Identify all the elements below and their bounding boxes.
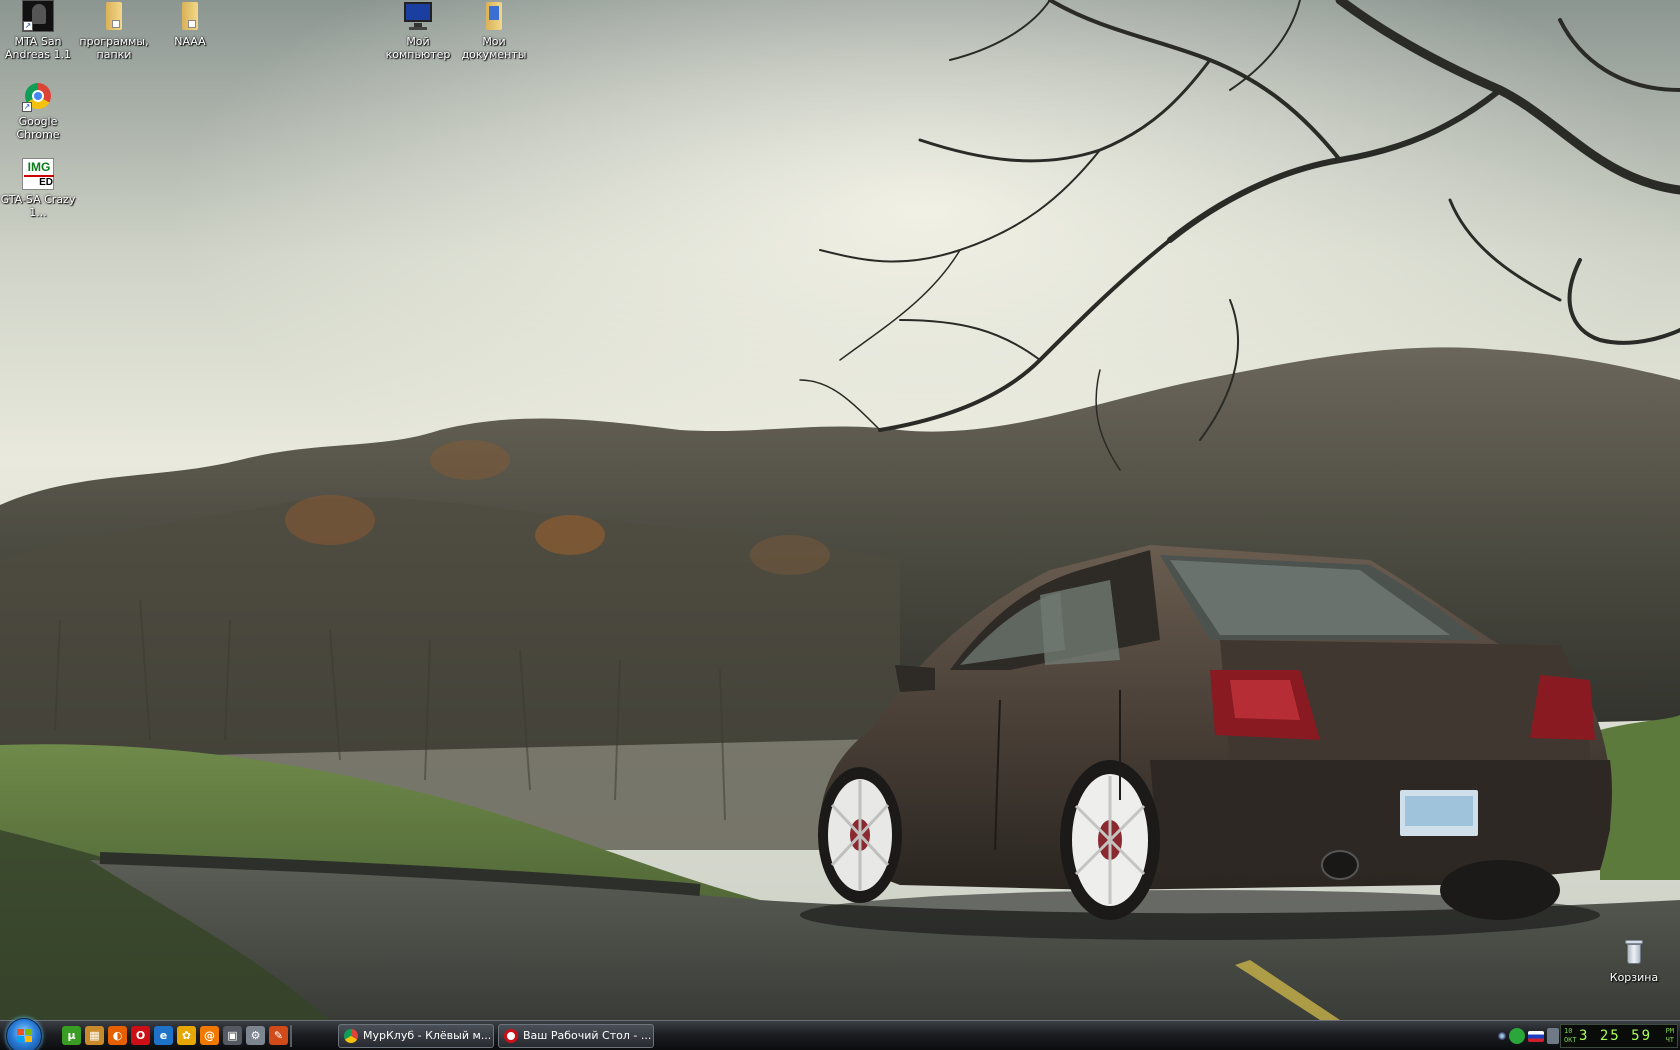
settings-icon[interactable]: ⚙ <box>246 1026 265 1045</box>
notepad-icon[interactable]: ✎ <box>269 1026 288 1045</box>
taskbar-separator <box>290 1025 292 1047</box>
desktop-icon-recycle-bin[interactable]: Корзина <box>1596 936 1672 984</box>
task-button-label: МурКлуб - Клёвый м... <box>363 1029 492 1042</box>
show-desktop-icon[interactable]: ▦ <box>85 1026 104 1045</box>
opera-icon <box>504 1029 518 1043</box>
utorrent-icon[interactable]: µ <box>62 1026 81 1045</box>
mta-icon: ↗ <box>22 0 54 32</box>
mail-agent-icon[interactable]: @ <box>200 1026 219 1045</box>
desktop-icon-google-chrome[interactable]: ↗ Google Chrome <box>0 80 76 141</box>
chrome-icon: ↗ <box>22 80 54 112</box>
desktop-icon-naaa-folder[interactable]: NAAA <box>152 0 228 48</box>
my-computer-icon <box>402 0 434 32</box>
desktop-icon-my-documents[interactable]: Мои документы <box>456 0 532 61</box>
icq-icon[interactable]: ✿ <box>177 1026 196 1045</box>
desktop-icon-my-computer[interactable]: Мой компьютер <box>380 0 456 61</box>
clock-ampm-day: PM ЧТ <box>1665 1027 1674 1044</box>
img-editor-badge-bottom: ED <box>39 177 53 188</box>
network-icon[interactable] <box>1498 1032 1506 1040</box>
opera-icon[interactable]: O <box>131 1026 150 1045</box>
windows-orb-icon <box>17 1029 33 1043</box>
clock-time: 3 25 59 <box>1579 1028 1653 1044</box>
folder-icon <box>98 0 130 32</box>
screenshot-icon[interactable]: ▣ <box>223 1026 242 1045</box>
desktop-icon-programs-folder[interactable]: программы, папки <box>76 0 152 61</box>
internet-explorer-icon[interactable]: e <box>154 1026 173 1045</box>
volume-icon[interactable] <box>1547 1028 1559 1044</box>
language-flag-icon[interactable] <box>1528 1030 1544 1042</box>
folder-icon <box>174 0 206 32</box>
firefox-icon[interactable]: ◐ <box>108 1026 127 1045</box>
desktop-icon-mta[interactable]: ↗ MTA San Andreas 1.1 <box>0 0 76 61</box>
clock-date: 10 ОКТ <box>1564 1027 1577 1044</box>
start-button[interactable] <box>6 1018 42 1050</box>
quick-launch-bar: µ ▦ ◐ Oe ✿ @ ▣ ⚙ ✎ <box>62 1026 288 1046</box>
taskbar-clock[interactable]: 10 ОКТ 3 25 59 PM ЧТ <box>1560 1024 1678 1048</box>
task-button-chrome[interactable]: МурКлуб - Клёвый м... <box>338 1024 494 1048</box>
taskbar: µ ▦ ◐ Oe ✿ @ ▣ ⚙ ✎ МурКлуб - Клёвый м... Ваш Раб… <box>0 1018 1680 1050</box>
my-documents-icon <box>478 0 510 32</box>
chrome-icon <box>344 1029 358 1043</box>
task-button-opera[interactable]: Ваш Рабочий Стол - ... <box>498 1024 654 1048</box>
antivirus-icon[interactable] <box>1509 1028 1525 1044</box>
img-editor-badge-top: IMG <box>27 160 51 174</box>
recycle-bin-icon <box>1618 936 1650 968</box>
desktop-icon-gta-sa-crazy[interactable]: IMG ED GTA-SA Crazy 1... <box>0 158 76 219</box>
task-button-label: Ваш Рабочий Стол - ... <box>523 1029 652 1042</box>
img-editor-icon: IMG ED <box>22 158 54 190</box>
desktop-wallpaper <box>0 0 1680 1020</box>
